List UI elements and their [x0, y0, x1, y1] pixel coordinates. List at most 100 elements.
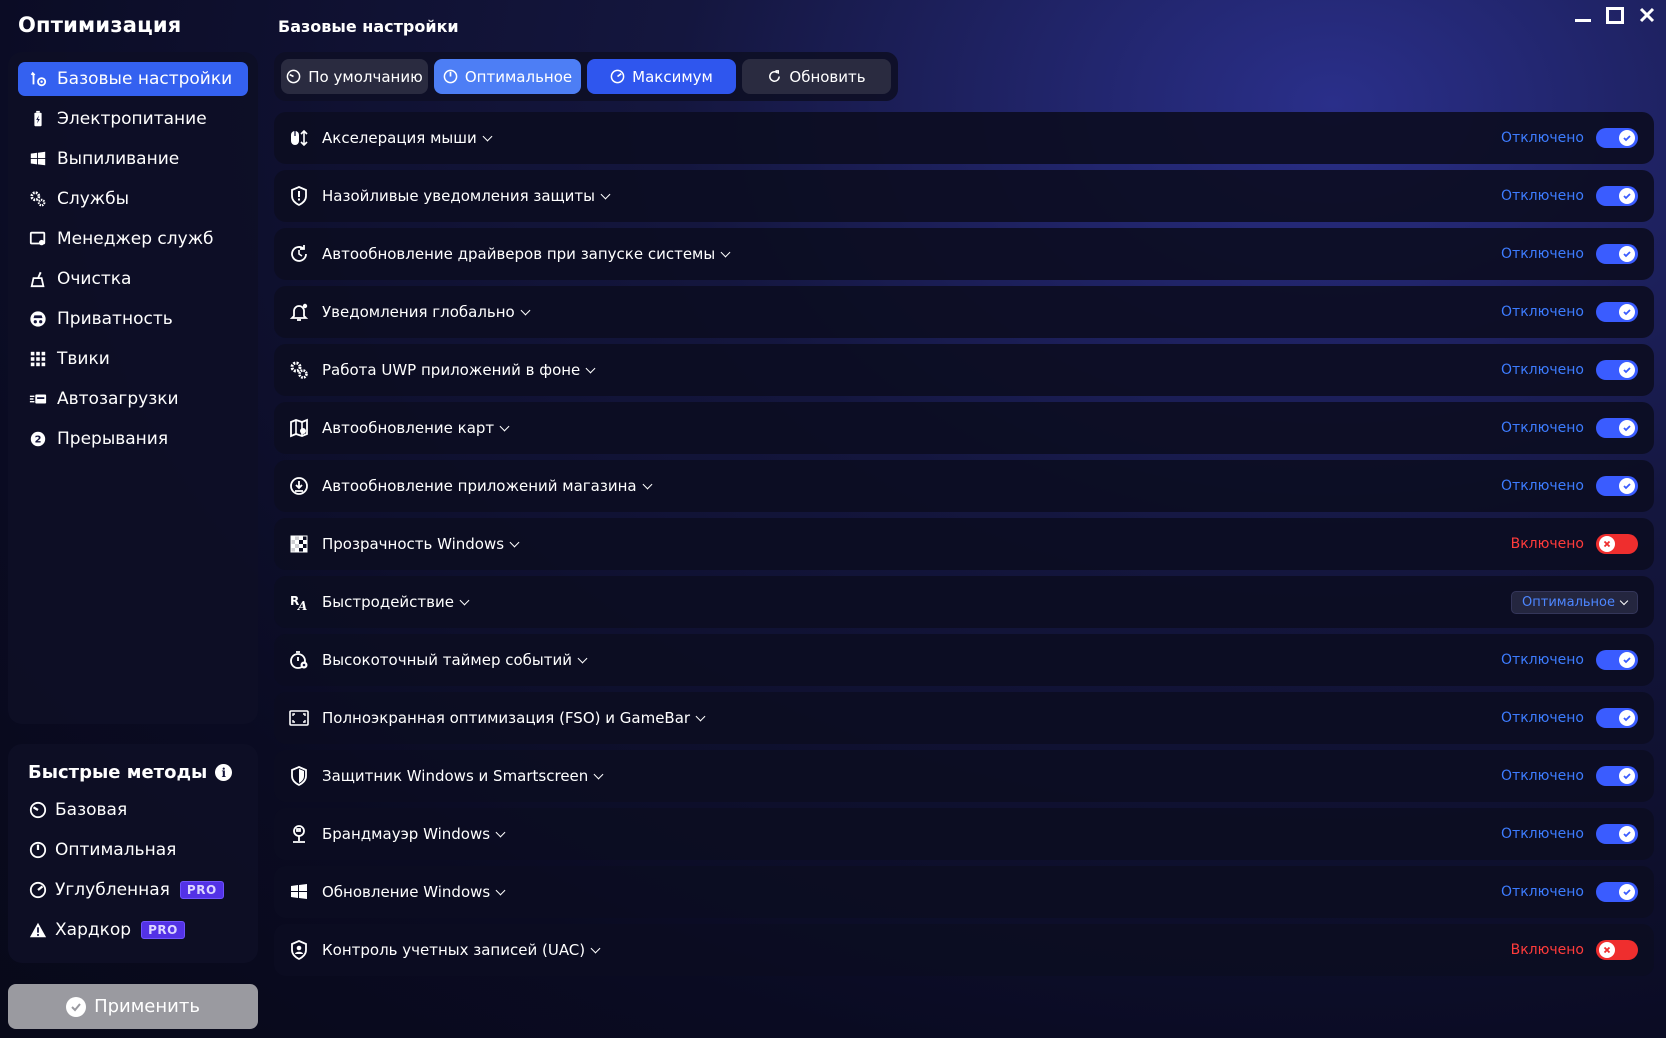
cross-icon: [1599, 536, 1615, 552]
status-label: Отключено: [1501, 188, 1584, 204]
check-icon: [1619, 246, 1635, 262]
setting-row[interactable]: Брандмауэр Windows Отключено: [274, 808, 1654, 860]
setting-row[interactable]: Уведомления глобально Отключено: [274, 286, 1654, 338]
setting-row[interactable]: Полноэкранная оптимизация (FSO) и GameBa…: [274, 692, 1654, 744]
chevron-down-icon[interactable]: [495, 885, 506, 895]
sidebar-item-startup[interactable]: Автозагрузки: [18, 382, 248, 416]
chevron-down-icon[interactable]: [577, 653, 588, 663]
apply-button[interactable]: Применить: [8, 984, 258, 1029]
chevron-down-icon[interactable]: [642, 479, 653, 489]
chevron-down-icon[interactable]: [482, 131, 493, 141]
minimize-icon[interactable]: [1574, 6, 1592, 24]
setting-toggle[interactable]: [1596, 534, 1638, 554]
preset-optimal-button[interactable]: Оптимальное: [434, 59, 581, 94]
setting-toggle[interactable]: [1596, 940, 1638, 960]
preset-default-button[interactable]: По умолчанию: [281, 59, 428, 94]
setting-toggle[interactable]: [1596, 128, 1638, 148]
setting-row[interactable]: RA Быстродействие Оптимальное: [274, 576, 1654, 628]
sidebar-item-tweaks[interactable]: Твики: [18, 342, 248, 376]
setting-toggle[interactable]: [1596, 824, 1638, 844]
info-icon[interactable]: i: [215, 764, 233, 781]
chevron-down-icon[interactable]: [695, 711, 706, 721]
sidebar-item-service-manager[interactable]: Менеджер служб: [18, 222, 248, 256]
sidebar-item-services[interactable]: Службы: [18, 182, 248, 216]
setting-row[interactable]: Работа UWP приложений в фоне Отключено: [274, 344, 1654, 396]
setting-row[interactable]: Автообновление драйверов при запуске сис…: [274, 228, 1654, 280]
sidebar-item-label: Прерывания: [57, 429, 169, 449]
setting-label: Быстродействие: [322, 593, 454, 611]
setting-row[interactable]: Контроль учетных записей (UAC) Включено: [274, 924, 1654, 976]
sidebar-item-label: Службы: [57, 189, 130, 209]
sidebar-item-label: Менеджер служб: [57, 229, 214, 249]
quick-method-deep[interactable]: Углубленная PRO: [28, 873, 238, 907]
maximize-icon[interactable]: [1606, 6, 1624, 24]
sidebar-item-power[interactable]: Электропитание: [18, 102, 248, 136]
check-icon: [1619, 478, 1635, 494]
chevron-down-icon[interactable]: [593, 769, 604, 779]
refresh-icon: [769, 70, 781, 82]
setting-row[interactable]: Назойливые уведомления защиты Отключено: [274, 170, 1654, 222]
mouse-icon: [288, 127, 310, 149]
preset-max-button[interactable]: Максимум: [587, 59, 736, 94]
setting-toggle[interactable]: [1596, 708, 1638, 728]
chevron-down-icon[interactable]: [590, 943, 601, 953]
windows-icon: [28, 149, 48, 169]
chevron-down-icon[interactable]: [495, 827, 506, 837]
sidebar-item-basic-settings[interactable]: Базовые настройки: [18, 62, 248, 96]
setting-toggle[interactable]: [1596, 418, 1638, 438]
sidebar-item-cleanup[interactable]: Очистка: [18, 262, 248, 296]
performance-select[interactable]: Оптимальное: [1511, 590, 1638, 614]
setting-label: Защитник Windows и Smartscreen: [322, 767, 589, 785]
chevron-down-icon[interactable]: [720, 247, 731, 257]
setting-toggle[interactable]: [1596, 766, 1638, 786]
chevron-down-icon[interactable]: [585, 363, 596, 373]
setting-row[interactable]: Автообновление приложений магазина Отклю…: [274, 460, 1654, 512]
close-icon[interactable]: [1638, 6, 1656, 24]
refresh-button[interactable]: Обновить: [742, 59, 891, 94]
chevron-down-icon[interactable]: [520, 305, 531, 315]
setting-toggle[interactable]: [1596, 186, 1638, 206]
check-icon: [66, 996, 87, 1017]
app-title: Оптимизация: [18, 13, 182, 37]
setting-toggle[interactable]: [1596, 360, 1638, 380]
setting-toggle[interactable]: [1596, 244, 1638, 264]
setting-row[interactable]: Прозрачность Windows Включено: [274, 518, 1654, 570]
setting-control: Отключено: [1501, 302, 1638, 322]
chevron-down-icon[interactable]: [600, 189, 611, 199]
quick-methods-title: Быстрые методы i: [28, 762, 238, 783]
status-label: Включено: [1510, 536, 1584, 552]
setting-row[interactable]: Защитник Windows и Smartscreen Отключено: [274, 750, 1654, 802]
refresh-clock-icon: [288, 243, 310, 265]
quick-method-hardcore[interactable]: Хардкор PRO: [28, 913, 238, 947]
quick-methods-panel: Быстрые методы i Базовая Оптимальная Угл…: [8, 744, 258, 963]
setting-toggle[interactable]: [1596, 302, 1638, 322]
setting-row[interactable]: Автообновление карт Отключено: [274, 402, 1654, 454]
quick-method-basic[interactable]: Базовая: [28, 793, 238, 827]
check-icon: [1619, 884, 1635, 900]
setting-label: Прозрачность Windows: [322, 535, 505, 553]
setting-toggle[interactable]: [1596, 476, 1638, 496]
quick-method-optimal[interactable]: Оптимальная: [28, 833, 238, 867]
sidebar-item-debloat[interactable]: Выпиливание: [18, 142, 248, 176]
status-label: Отключено: [1501, 652, 1584, 668]
setting-control: Отключено: [1501, 360, 1638, 380]
chevron-down-icon[interactable]: [459, 595, 470, 605]
setting-control: Включено: [1511, 940, 1638, 960]
setting-toggle[interactable]: [1596, 650, 1638, 670]
status-label: Отключено: [1501, 478, 1584, 494]
setting-row[interactable]: Акселерация мыши Отключено: [274, 112, 1654, 164]
setting-label: Работа UWP приложений в фоне: [322, 361, 581, 379]
sidebar: Базовые настройки Электропитание Выпилив…: [8, 52, 258, 724]
sidebar-item-privacy[interactable]: Приватность: [18, 302, 248, 336]
setting-toggle[interactable]: [1596, 882, 1638, 902]
chevron-down-icon[interactable]: [499, 421, 510, 431]
setting-label: Назойливые уведомления защиты: [322, 187, 595, 205]
timer-icon: [288, 649, 310, 671]
setting-control: Отключено: [1501, 128, 1638, 148]
setting-label: Контроль учетных записей (UAC): [322, 941, 586, 959]
sidebar-item-interrupts[interactable]: 2 Прерывания: [18, 422, 248, 456]
status-label: Отключено: [1501, 826, 1584, 842]
setting-row[interactable]: Обновление Windows Отключено: [274, 866, 1654, 918]
chevron-down-icon[interactable]: [509, 537, 520, 547]
setting-row[interactable]: Высокоточный таймер событий Отключено: [274, 634, 1654, 686]
